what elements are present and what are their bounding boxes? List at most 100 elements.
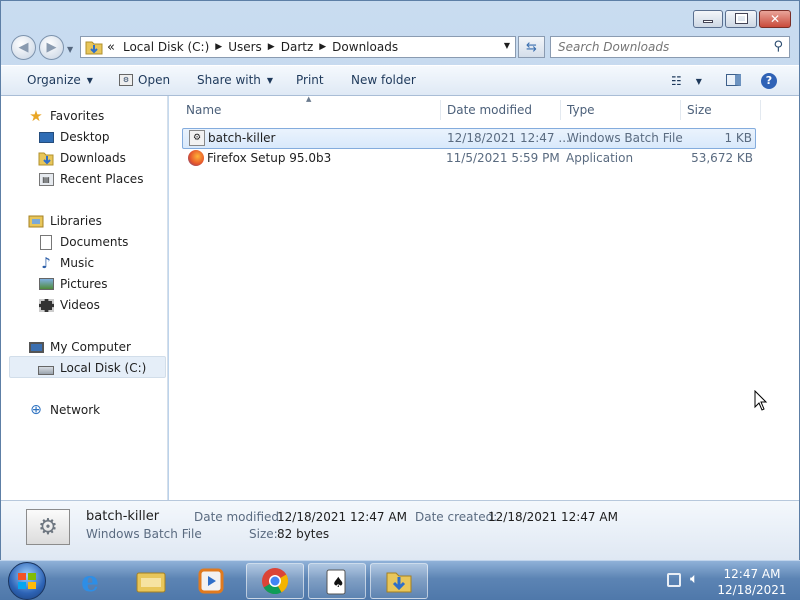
computer-icon — [28, 339, 44, 355]
crumb-users[interactable]: Users — [228, 40, 262, 54]
open-button[interactable]: ⚙ Open — [119, 73, 170, 87]
address-chevron[interactable]: « — [107, 40, 115, 55]
back-button[interactable]: ◀ — [11, 35, 36, 60]
taskbar-downloads-folder[interactable] — [370, 563, 428, 599]
table-row[interactable]: ⚙ batch-killer 12/18/2021 12:47 ... Wind… — [182, 128, 756, 149]
chrome-icon — [262, 568, 289, 595]
crumb-dartz[interactable]: Dartz — [281, 40, 314, 54]
volume-icon[interactable]: 🔈︎ — [690, 571, 698, 587]
maximize-button[interactable] — [725, 10, 757, 28]
share-with-button[interactable]: Share with ▼ — [197, 73, 273, 87]
firefox-icon — [188, 150, 204, 166]
maximize-icon — [735, 13, 748, 24]
details-file-name: batch-killer — [86, 509, 160, 524]
new-folder-button[interactable]: New folder — [351, 73, 416, 87]
taskbar-media-player[interactable] — [182, 563, 240, 599]
file-name: Firefox Setup 95.0b3 — [207, 151, 332, 165]
start-button[interactable] — [8, 562, 46, 600]
file-date: 11/5/2021 5:59 PM — [446, 151, 560, 165]
nav-label: Downloads — [60, 151, 126, 165]
videos-icon — [38, 297, 54, 313]
preview-pane-button[interactable] — [726, 74, 741, 86]
documents-icon — [38, 234, 54, 250]
taskbar-ie[interactable]: e — [61, 563, 119, 599]
explorer-window: ✕ ◀ ▶ ▼ « Local Disk (C:) ▶ Users ▶ Dart… — [0, 0, 800, 560]
help-button[interactable]: ? — [761, 73, 777, 89]
search-icon[interactable]: ⚲ — [773, 39, 783, 54]
organize-button[interactable]: Organize ▼ — [27, 73, 93, 87]
nav-label: Recent Places — [60, 172, 144, 186]
address-dropdown-icon[interactable]: ▼ — [504, 41, 510, 50]
nav-favorites[interactable]: ★ Favorites — [28, 106, 104, 126]
file-name: batch-killer — [208, 131, 276, 145]
nav-music[interactable]: ♪ Music — [38, 253, 94, 273]
close-button[interactable]: ✕ — [759, 10, 791, 28]
nav-label: Network — [50, 403, 101, 417]
minimize-button[interactable] — [693, 10, 723, 28]
downloads-folder-icon — [386, 572, 412, 593]
open-label: Open — [138, 73, 171, 87]
file-date: 12/18/2021 12:47 ... — [447, 131, 570, 145]
column-header-name[interactable]: Name — [180, 100, 441, 120]
desktop-icon — [38, 129, 54, 145]
recent-icon: ▤ — [38, 171, 54, 187]
star-icon: ★ — [29, 107, 43, 125]
network-tray-icon[interactable] — [667, 573, 681, 587]
search-box[interactable]: ⚲ — [550, 36, 790, 58]
nav-label: Pictures — [60, 277, 108, 291]
nav-pictures[interactable]: Pictures — [38, 274, 108, 294]
change-view-button[interactable]: ☷ ▼ — [671, 74, 702, 88]
nav-label: Local Disk (C:) — [60, 361, 147, 375]
print-button[interactable]: Print — [296, 73, 324, 87]
mouse-cursor-icon — [754, 390, 768, 411]
nav-recent-places[interactable]: ▤ Recent Places — [38, 169, 143, 189]
clock[interactable]: 12:47 AM 12/18/2021 — [712, 566, 792, 598]
chevron-down-icon: ▼ — [695, 76, 702, 86]
new-folder-label: New folder — [351, 73, 416, 87]
address-bar[interactable]: « Local Disk (C:) ▶ Users ▶ Dartz ▶ Down… — [80, 36, 516, 58]
network-icon: ⊕ — [30, 402, 42, 418]
nav-network[interactable]: ⊕ Network — [28, 400, 100, 420]
crumb-local-disk[interactable]: Local Disk (C:) — [123, 40, 209, 54]
nav-documents[interactable]: Documents — [38, 232, 128, 252]
crumb-separator[interactable]: ▶ — [319, 42, 326, 52]
column-header-size[interactable]: Size — [681, 100, 761, 120]
help-icon: ? — [761, 73, 777, 89]
back-icon: ◀ — [18, 40, 29, 55]
library-icon — [28, 213, 44, 229]
file-type: Application — [566, 151, 634, 165]
clock-time: 12:47 AM — [723, 567, 781, 581]
drive-icon — [38, 360, 54, 376]
file-size: 1 KB — [724, 131, 752, 145]
crumb-separator[interactable]: ▶ — [268, 42, 275, 52]
nav-libraries[interactable]: Libraries — [28, 211, 102, 231]
crumb-downloads[interactable]: Downloads — [332, 40, 398, 54]
svg-text:♠: ♠ — [332, 575, 345, 591]
nav-desktop[interactable]: Desktop — [38, 127, 110, 147]
navigation-pane: ★ Favorites Desktop Downloads ▤ Recent Pla… — [1, 96, 168, 500]
command-bar: Organize ▼ ⚙ Open Share with ▼ Print New f… — [1, 65, 799, 96]
nav-local-disk[interactable]: Local Disk (C:) — [38, 358, 146, 378]
column-header-type[interactable]: Type — [561, 100, 681, 120]
nav-label: Videos — [60, 298, 100, 312]
nav-my-computer[interactable]: My Computer — [28, 337, 131, 357]
forward-icon: ▶ — [46, 40, 57, 55]
taskbar-solitaire[interactable]: ♠ — [308, 563, 366, 599]
preview-pane-icon — [726, 74, 741, 86]
search-input[interactable] — [558, 40, 768, 54]
folder-icon — [85, 41, 103, 55]
taskbar-chrome[interactable] — [246, 563, 304, 599]
nav-videos[interactable]: Videos — [38, 295, 100, 315]
taskbar-explorer[interactable] — [122, 563, 180, 599]
batch-file-icon: ⚙ — [26, 509, 70, 545]
table-row[interactable]: Firefox Setup 95.0b3 11/5/2021 5:59 PM A… — [182, 149, 756, 170]
recent-pages-dropdown[interactable]: ▼ — [67, 45, 73, 54]
chevron-down-icon: ▼ — [266, 75, 274, 85]
forward-button[interactable]: ▶ — [39, 35, 64, 60]
crumb-separator[interactable]: ▶ — [215, 42, 222, 52]
column-header-date[interactable]: Date modified — [441, 100, 561, 120]
column-label: Date modified — [447, 103, 533, 117]
refresh-button[interactable]: ⇆ — [518, 36, 545, 58]
close-icon: ✕ — [769, 12, 781, 26]
nav-downloads[interactable]: Downloads — [38, 148, 126, 168]
